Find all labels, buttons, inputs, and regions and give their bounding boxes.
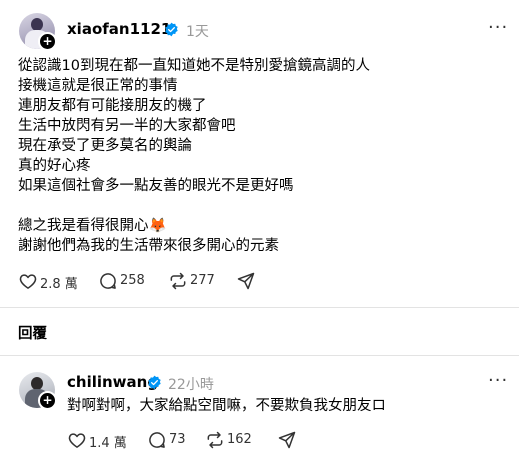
post-line: 謝謝他們為我的生活帶來很多開心的元素 bbox=[18, 238, 279, 254]
repost-icon[interactable] bbox=[168, 271, 188, 291]
post-line: 接機這就是很正常的事情 bbox=[18, 78, 178, 94]
post-line: 生活中放閃有另一半的大家都會吧 bbox=[18, 118, 236, 134]
share-icon[interactable] bbox=[236, 271, 256, 291]
repost-count: 162 bbox=[227, 432, 252, 447]
post-line: 總之我是看得很開心🦊 bbox=[18, 218, 167, 234]
share-icon[interactable] bbox=[277, 430, 297, 450]
comment-icon[interactable] bbox=[98, 271, 118, 291]
comment-count: 73 bbox=[169, 432, 186, 447]
divider bbox=[0, 355, 519, 356]
repost-count: 277 bbox=[190, 273, 215, 288]
verified-badge-icon bbox=[165, 22, 178, 37]
like-heart-icon[interactable] bbox=[18, 271, 38, 291]
more-options-icon[interactable]: ··· bbox=[488, 17, 508, 38]
divider bbox=[0, 307, 519, 308]
follow-plus-icon[interactable]: + bbox=[38, 391, 57, 410]
reply-username[interactable]: chilinwang bbox=[67, 373, 158, 391]
post-line: 現在承受了更多莫名的輿論 bbox=[18, 138, 192, 154]
post-actions: 2.8 萬 258 277 bbox=[18, 271, 278, 293]
comment-count: 258 bbox=[120, 273, 145, 288]
follow-plus-icon[interactable]: + bbox=[38, 32, 57, 51]
post-body-2: 總之我是看得很開心🦊 謝謝他們為我的生活帶來很多開心的元素 bbox=[18, 216, 279, 256]
like-count: 2.8 萬 bbox=[40, 277, 78, 292]
reply-timestamp: 22小時 bbox=[168, 377, 214, 393]
post-line: 真的好心疼 bbox=[18, 158, 91, 174]
post-timestamp: 1天 bbox=[186, 24, 209, 40]
verified-badge-icon bbox=[148, 375, 161, 390]
like-heart-icon[interactable] bbox=[67, 430, 87, 450]
post-line: 如果這個社會多一點友善的眼光不是更好嗎 bbox=[18, 178, 294, 194]
post-line: 從認識10到現在都一直知道她不是特別愛搶鏡高調的人 bbox=[18, 58, 370, 74]
post-username[interactable]: xiaofan1121 bbox=[67, 20, 171, 38]
reply-text: 對啊對啊，大家給點空間嘛，不要欺負我女朋友ロ bbox=[67, 398, 386, 414]
replies-section-label[interactable]: 回覆 bbox=[18, 322, 47, 343]
like-count: 1.4 萬 bbox=[89, 436, 127, 451]
post-line: 連朋友都有可能接朋友的機了 bbox=[18, 98, 207, 114]
more-options-icon[interactable]: ··· bbox=[488, 370, 508, 391]
post-body: 從認識10到現在都一直知道她不是特別愛搶鏡高調的人 接機這就是很正常的事情 連朋… bbox=[18, 56, 370, 196]
repost-icon[interactable] bbox=[205, 430, 225, 450]
reply-actions: 1.4 萬 73 162 bbox=[67, 430, 307, 452]
comment-icon[interactable] bbox=[147, 430, 167, 450]
